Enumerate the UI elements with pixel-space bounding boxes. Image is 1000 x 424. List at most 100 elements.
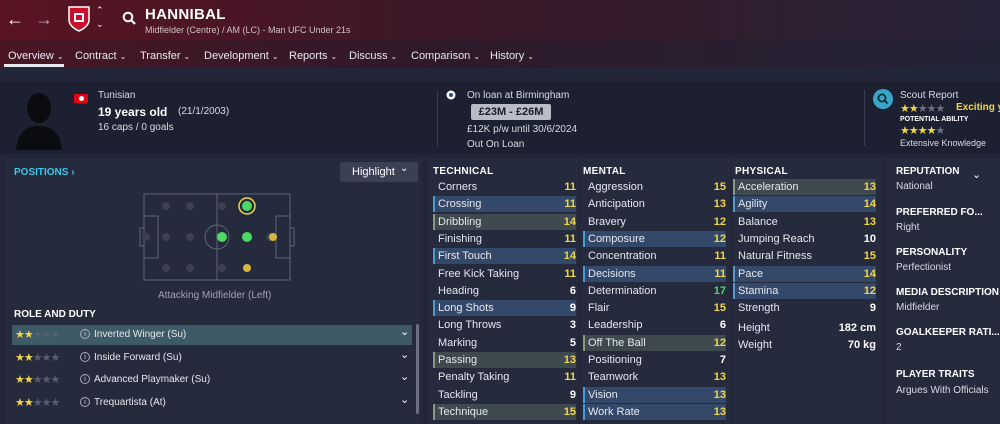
technical-attr-label[interactable]: Finishing [438,233,482,245]
chevron-down-icon[interactable]: ⌄ [400,370,409,383]
mental-attr-value: 13 [713,388,726,401]
technical-attr-label[interactable]: Corners [438,181,477,193]
technical-attr-label[interactable]: Free Kick Taking [438,268,519,280]
technical-attr-label[interactable]: Tackling [438,389,478,401]
club-crest-icon[interactable] [68,6,90,32]
mental-attr-label[interactable]: Determination [588,285,656,297]
mental-attr-label[interactable]: Composure [588,233,645,245]
role-row[interactable]: ★★★★★ i Trequartista (At) ⌄ [12,393,412,413]
mental-attr-value: 11 [714,250,726,263]
technical-attr-label[interactable]: Long Shots [438,302,494,314]
tab-overview[interactable]: Overview ⌄ [8,50,64,62]
role-stars: ★★★★★ [15,329,60,341]
tab-contract[interactable]: Contract ⌄ [75,50,126,62]
chevron-down-icon[interactable]: ⌄ [400,325,409,338]
role-row[interactable]: ★★★★★ i Inverted Winger (Su) ⌄ [12,325,412,345]
mental-attr-value: 6 [719,319,726,332]
info-icon[interactable]: i [80,396,90,407]
tab-reports[interactable]: Reports ⌄ [289,50,337,62]
positions-title[interactable]: POSITIONS › [14,167,75,178]
birmingham-crest-icon [446,90,456,102]
scout-search-icon[interactable] [873,89,893,109]
divider [864,90,865,146]
technical-attr-value: 3 [569,319,576,332]
technical-attr-label[interactable]: Marking [438,337,477,349]
chevron-down-icon[interactable]: ⌄ [96,19,104,30]
personality-title: PERSONALITY [896,247,968,258]
tab-transfer[interactable]: Transfer ⌄ [140,50,190,62]
tab-history[interactable]: History ⌄ [490,50,534,62]
search-icon[interactable] [122,11,136,25]
mental-attr-label[interactable]: Positioning [588,354,642,366]
mental-attr-label[interactable]: Anticipation [588,198,645,210]
position-pitch [139,193,295,281]
forward-arrow-icon[interactable]: → [35,9,53,30]
role-stars: ★★★★★ [15,396,60,409]
player-avatar-icon [14,88,64,150]
player-info-strip: Tunisian 19 years old (21/1/2003) 16 cap… [0,82,1000,154]
physical-attr-label[interactable]: Balance [738,216,778,228]
chevron-down-icon[interactable]: ⌄ [400,393,409,406]
chevron-down-icon[interactable]: ⌄ [972,168,981,181]
technical-attr-label[interactable]: Crossing [438,198,481,210]
physical-attr-label[interactable]: Agility [738,198,767,210]
mental-attr-label[interactable]: Leadership [588,319,642,331]
role-scrollbar[interactable] [416,324,419,414]
technical-attr-label[interactable]: First Touch [438,250,492,262]
mental-attr-value: 13 [713,371,726,384]
tab-discuss[interactable]: Discuss ⌄ [349,50,397,62]
mental-attr-value: 12 [713,232,726,245]
physical-attr-value: 13 [863,181,876,193]
technical-attr-value: 11 [564,371,576,384]
physical-attr-label[interactable]: Pace [738,268,763,280]
potential-ability-stars: ★★★★★ [900,125,945,137]
tab-comparison[interactable]: Comparison ⌄ [411,50,480,62]
technical-title: TECHNICAL [433,166,494,177]
physical-attr-label[interactable]: Strength [738,302,780,314]
mental-attr-label[interactable]: Decisions [588,268,636,280]
mental-attr-value: 13 [713,198,726,211]
role-row[interactable]: ★★★★★ i Inside Forward (Su) ⌄ [12,348,412,368]
technical-attr-value: 5 [569,336,576,349]
chevron-down-icon: ⌄ [183,52,191,61]
transfer-value-badge[interactable]: £23M - £26M [471,104,551,120]
mental-attr-label[interactable]: Work Rate [588,406,640,418]
technical-attr-label[interactable]: Passing [438,354,477,366]
technical-attr-label[interactable]: Dribbling [438,216,481,228]
info-icon[interactable]: i [80,351,90,362]
player-traits-title: PLAYER TRAITS [896,369,975,380]
reputation-title: REPUTATION [896,166,960,177]
back-arrow-icon[interactable]: ← [6,9,24,30]
mental-attr-label[interactable]: Teamwork [588,371,638,383]
mental-attr-label[interactable]: Aggression [588,181,643,193]
mental-attr-label[interactable]: Off The Ball [588,337,646,349]
technical-attr-label[interactable]: Technique [438,406,488,418]
info-icon[interactable]: i [80,374,90,384]
loan-club: On loan at Birmingham [467,90,570,101]
chevron-up-icon[interactable]: ⌃ [96,5,104,16]
goalkeeper-rating-value: 2 [896,342,902,353]
height-label: Height [738,322,770,334]
physical-attr-label[interactable]: Stamina [738,285,778,297]
chevron-down-icon: ⌄ [473,52,481,61]
mental-attr-label[interactable]: Flair [588,302,609,314]
highlight-dropdown[interactable]: Highlight ⌄ [340,162,418,182]
goalkeeper-rating-title: GOALKEEPER RATI... [896,327,1000,338]
technical-attr-label[interactable]: Penalty Taking [438,371,509,383]
technical-attr-label[interactable]: Long Throws [438,319,501,331]
mental-attr-label[interactable]: Concentration [588,250,657,262]
technical-attr-label[interactable]: Heading [438,285,479,297]
role-row[interactable]: ★★★★★ i Advanced Playmaker (Su) ⌄ [12,370,412,390]
physical-attr-label[interactable]: Jumping Reach [738,233,814,245]
chevron-down-icon[interactable]: ⌄ [400,348,409,361]
physical-title: PHYSICAL [735,166,788,177]
physical-attr-label[interactable]: Acceleration [738,181,799,193]
physical-attr-label[interactable]: Natural Fitness [738,250,812,262]
mental-attr-label[interactable]: Vision [588,389,618,401]
scout-summary: Exciting y [956,102,1000,113]
mental-attr-value: 15 [713,302,726,315]
tab-development[interactable]: Development ⌄ [204,50,279,62]
info-icon[interactable]: i [80,329,90,339]
scout-report-title[interactable]: Scout Report [900,90,958,101]
mental-attr-label[interactable]: Bravery [588,216,626,228]
